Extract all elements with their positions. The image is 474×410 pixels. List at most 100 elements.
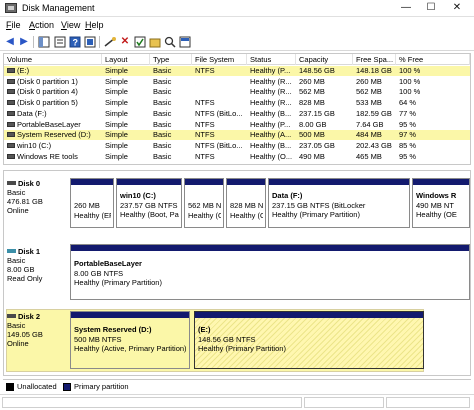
cell-free-space: 202.43 GB	[356, 140, 392, 150]
column-header-type[interactable]: Type	[150, 54, 192, 65]
cell-type: Basic	[153, 119, 172, 129]
disk-1-state: Read Only	[7, 274, 43, 283]
table-row[interactable]: (Disk 0 partition 1) Simple Basic Healthy (…	[4, 77, 470, 87]
cell-volume: (Disk 0 partition 5)	[4, 98, 102, 108]
partition-title: Data (F:)	[272, 191, 303, 200]
disk-1-partition-portable-base-layer[interactable]: PortableBaseLayer 8.00 GB NTFS Healthy (Pr…	[70, 244, 470, 300]
delete-icon[interactable]: ✕	[119, 36, 131, 48]
connect-icon[interactable]	[104, 36, 116, 48]
column-header-percent-free[interactable]: % Free	[396, 54, 470, 65]
table-row[interactable]: Windows RE tools Simple Basic NTFS Healthy (…	[4, 152, 470, 162]
menu-file[interactable]: File	[6, 20, 21, 30]
cell-capacity: 828 MB	[299, 98, 325, 108]
help-book-icon[interactable]	[84, 36, 96, 48]
column-header-capacity[interactable]: Capacity	[296, 54, 353, 65]
menu-help[interactable]: Help	[85, 20, 104, 30]
table-row[interactable]: (Disk 0 partition 4) Simple Basic Healthy (…	[4, 87, 470, 97]
cell-file-system: NTFS	[195, 66, 215, 75]
disk-0-info[interactable]: Disk 0 Basic 476.81 GB Online	[7, 179, 67, 215]
disk-management-app-icon	[5, 3, 17, 13]
partition-size: 562 MB NTFS	[188, 201, 221, 210]
search-icon[interactable]	[164, 36, 176, 48]
cell-status: Healthy (R...	[250, 87, 292, 97]
disk-0-state: Online	[7, 206, 29, 215]
toolbar-separator	[99, 36, 100, 48]
disk-0-partition-5[interactable]: 828 MB NTFSHealthy (OE	[226, 178, 266, 228]
disk-0-partition-win10[interactable]: win10 (C:)237.57 GB NTFS (BitLockerHealt…	[116, 178, 182, 228]
cell-file-system: NTFS (BitLo...	[195, 108, 243, 118]
primary-partition-swatch	[63, 383, 71, 391]
status-bar	[0, 394, 474, 410]
status-pane-main	[2, 397, 302, 408]
disk-icon	[7, 314, 16, 318]
back-arrow-icon[interactable]: ◀	[4, 36, 16, 48]
check-icon[interactable]	[134, 36, 146, 48]
column-header-free-space[interactable]: Free Spa...	[353, 54, 396, 65]
table-row[interactable]: System Reserved (D:) Simple Basic NTFS Healt…	[4, 130, 470, 141]
disk-2-name-label: Disk 2	[18, 312, 41, 321]
cell-capacity: 148.56 GB	[299, 66, 335, 75]
disk-0-partition-4[interactable]: 562 MB NTFSHealthy (OE	[184, 178, 224, 228]
disk-2-partition-e[interactable]: (E:) 148.56 GB NTFS Healthy (Primary Parti…	[194, 311, 424, 369]
cell-layout: Simple	[105, 66, 128, 75]
cell-free-space: 148.18 GB	[356, 66, 392, 75]
cell-layout: Simple	[105, 76, 128, 86]
partition-size: 500 MB NTFS	[74, 334, 122, 344]
cell-type: Basic	[153, 87, 172, 97]
partition-bar	[413, 179, 469, 185]
close-button[interactable]: ✕	[446, 0, 468, 16]
disk-1-info[interactable]: Disk 1 Basic 8.00 GB Read Only	[7, 247, 67, 283]
table-row[interactable]: (E:) Simple Basic NTFS Healthy (P... 148.56 G…	[4, 66, 470, 76]
column-header-file-system[interactable]: File System	[192, 54, 247, 65]
cell-layout: Simple	[105, 140, 128, 150]
cell-capacity: 260 MB	[299, 76, 325, 86]
partition-text: 828 MB NTFSHealthy (OE	[230, 201, 263, 220]
menu-action-label: ction	[35, 20, 55, 30]
minimize-button[interactable]: —	[395, 0, 417, 16]
table-row[interactable]: PortableBaseLayer Simple Basic NTFS Healthy …	[4, 120, 470, 130]
disk-2-partition-system-reserved[interactable]: System Reserved (D:) 500 MB NTFS Healthy (…	[70, 311, 190, 369]
cell-layout: Simple	[105, 151, 128, 161]
disk-0-size: 476.81 GB	[7, 197, 43, 206]
volume-name: (E:)	[17, 66, 30, 75]
volume-name: PortableBaseLayer	[17, 119, 81, 129]
unallocated-swatch	[6, 383, 14, 391]
cell-layout: Simple	[105, 119, 128, 129]
cell-type: Basic	[153, 130, 172, 140]
disk-0-partition-1[interactable]: 260 MBHealthy (EFI S	[70, 178, 114, 228]
partition-bar	[71, 245, 469, 251]
volume-name: (Disk 0 partition 1)	[17, 76, 78, 86]
disk-0-partition-windows-re[interactable]: Windows R 490 MB NT Healthy (OE	[412, 178, 470, 228]
menu-file-label: ile	[11, 20, 21, 30]
menu-view[interactable]: View	[61, 20, 80, 30]
cell-volume: System Reserved (D:)	[4, 130, 102, 140]
table-row[interactable]: win10 (C:) Simple Basic NTFS (BitLo... Healt…	[4, 141, 470, 151]
cell-file-system: NTFS	[195, 119, 215, 129]
column-header-layout[interactable]: Layout	[102, 54, 150, 65]
maximize-button[interactable]: ☐	[420, 0, 442, 16]
toolbar: ◀ ▶ ? ✕	[0, 33, 474, 51]
column-header-status[interactable]: Status	[247, 54, 296, 65]
console-tree-icon[interactable]	[38, 36, 50, 48]
volume-list[interactable]: Volume Layout Type File System Status Ca…	[3, 53, 471, 165]
cell-status: Healthy (P...	[250, 119, 291, 129]
disk-2-info[interactable]: Disk 2 Basic 149.05 GB Online	[7, 312, 67, 348]
cell-capacity: 562 MB	[299, 87, 325, 97]
help-icon[interactable]: ?	[69, 36, 81, 48]
column-header-volume[interactable]: Volume	[4, 54, 102, 65]
cell-free-space: 562 MB	[356, 87, 382, 97]
volume-name: (Disk 0 partition 4)	[17, 87, 78, 97]
partition-text: 562 MB NTFSHealthy (OE	[188, 201, 221, 220]
open-icon[interactable]	[149, 36, 161, 48]
volume-icon	[7, 100, 15, 106]
forward-arrow-icon[interactable]: ▶	[18, 36, 30, 48]
cell-layout: Simple	[105, 98, 128, 108]
properties-icon[interactable]	[54, 36, 66, 48]
disk-0-partition-data[interactable]: Data (F:) 237.15 GB NTFS (BitLocker Health…	[268, 178, 410, 228]
view-icon[interactable]	[179, 36, 191, 48]
table-row[interactable]: (Disk 0 partition 5) Simple Basic NTFS Healt…	[4, 98, 470, 108]
cell-free-space: 260 MB	[356, 76, 382, 86]
menu-action[interactable]: Action	[29, 20, 54, 30]
partition-bar	[185, 179, 223, 185]
table-row[interactable]: Data (F:) Simple Basic NTFS (BitLo... Health…	[4, 109, 470, 119]
